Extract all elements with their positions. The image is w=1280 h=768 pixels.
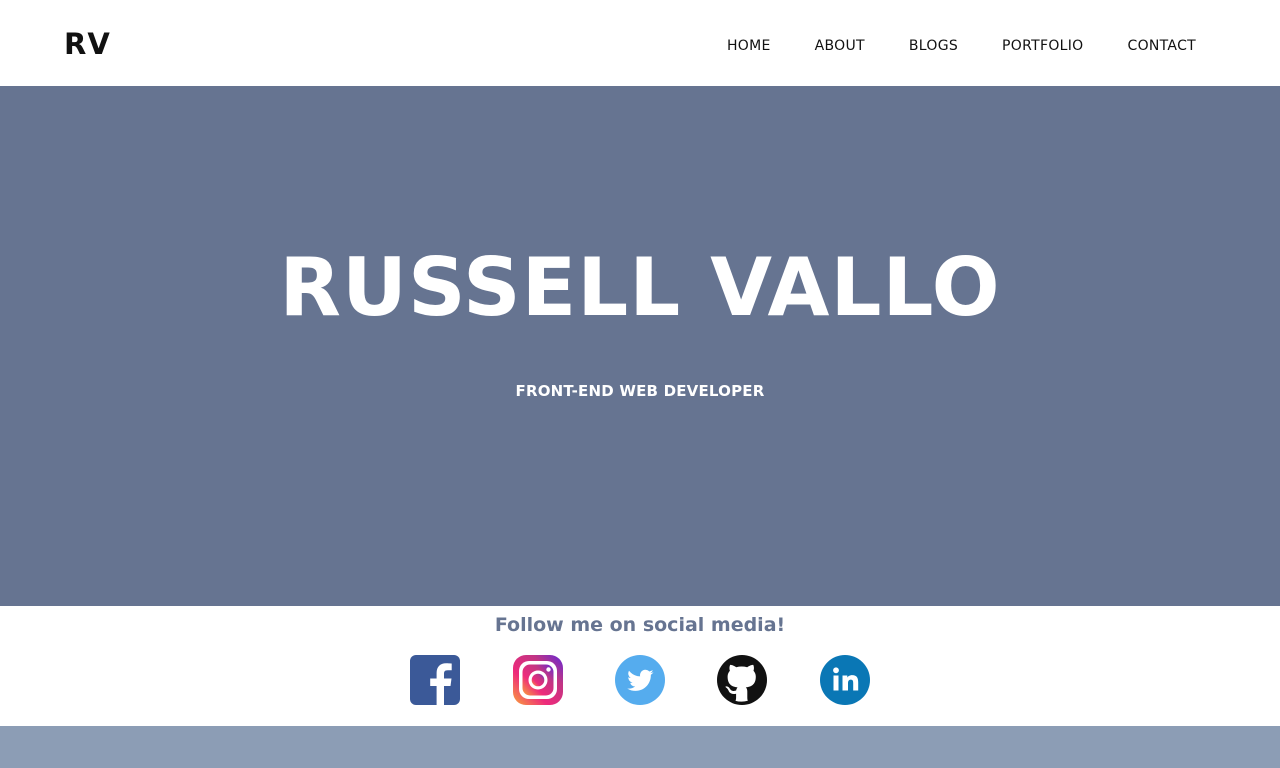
twitter-link[interactable] <box>615 655 665 705</box>
nav-portfolio-link[interactable]: PORTFOLIO <box>1002 36 1083 56</box>
social-icons <box>410 655 870 705</box>
hero-section: RUSSELL VALLO FRONT-END WEB DEVELOPER <box>0 86 1280 606</box>
hero-name-heading: RUSSELL VALLO <box>279 241 1001 334</box>
main-nav: HOME ABOUT BLOGS PORTFOLIO CONTACT <box>727 36 1196 56</box>
facebook-icon <box>410 655 460 705</box>
hero-role-subtitle: FRONT-END WEB DEVELOPER <box>515 382 765 400</box>
github-icon <box>717 655 767 705</box>
nav-blogs-link[interactable]: BLOGS <box>909 36 958 56</box>
social-heading: Follow me on social media! <box>494 614 786 636</box>
instagram-link[interactable] <box>513 655 563 705</box>
nav-contact-link[interactable]: CONTACT <box>1128 36 1197 56</box>
site-header: RV HOME ABOUT BLOGS PORTFOLIO CONTACT <box>0 0 1280 86</box>
twitter-icon <box>615 655 665 705</box>
footer-strip <box>0 726 1280 768</box>
linkedin-icon <box>820 655 870 705</box>
social-section: Follow me on social media! <box>0 606 1280 726</box>
instagram-icon <box>513 655 563 705</box>
logo-link[interactable]: RV <box>64 26 111 62</box>
linkedin-link[interactable] <box>820 655 870 705</box>
nav-about-link[interactable]: ABOUT <box>815 36 865 56</box>
github-link[interactable] <box>717 655 767 705</box>
facebook-link[interactable] <box>410 655 460 705</box>
nav-home-link[interactable]: HOME <box>727 36 771 56</box>
